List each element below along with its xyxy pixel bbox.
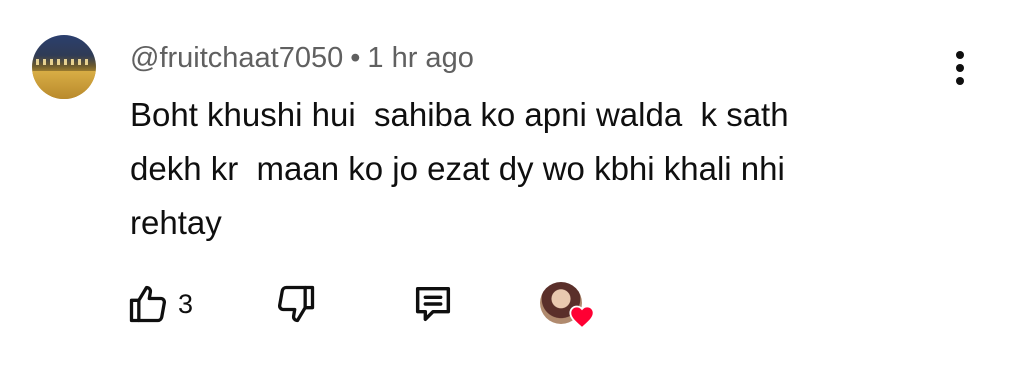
user-avatar[interactable] [32, 35, 96, 99]
more-vert-icon [956, 51, 964, 59]
comment-thread: @fruitchaat7050 • 1 hr ago Boht khushi hui… [0, 0, 1024, 365]
heart-icon [569, 305, 595, 330]
comment-timestamp[interactable]: 1 hr ago [367, 42, 473, 74]
author-name[interactable]: @fruitchaat7050 [130, 42, 343, 74]
meta-separator: • [350, 42, 361, 74]
thumbs-down-icon [277, 285, 315, 323]
dislike-button[interactable] [274, 280, 318, 328]
thumbs-up-icon [129, 285, 167, 323]
like-button[interactable]: 3 [126, 280, 193, 328]
avatar-lights-decoration [36, 59, 92, 65]
comment-header: @fruitchaat7050 • 1 hr ago [130, 40, 474, 76]
like-count: 3 [178, 288, 194, 319]
more-options-button[interactable] [944, 46, 976, 90]
more-vert-icon-dot [956, 64, 964, 72]
reply-button[interactable] [410, 280, 456, 328]
creator-heart-badge [540, 280, 596, 330]
more-vert-icon-dot [956, 77, 964, 85]
reply-comment-icon [415, 286, 451, 322]
avatar-road-decoration [32, 71, 96, 99]
comment-text: Boht khushi hui sahiba ko apni walda k s… [130, 96, 789, 241]
